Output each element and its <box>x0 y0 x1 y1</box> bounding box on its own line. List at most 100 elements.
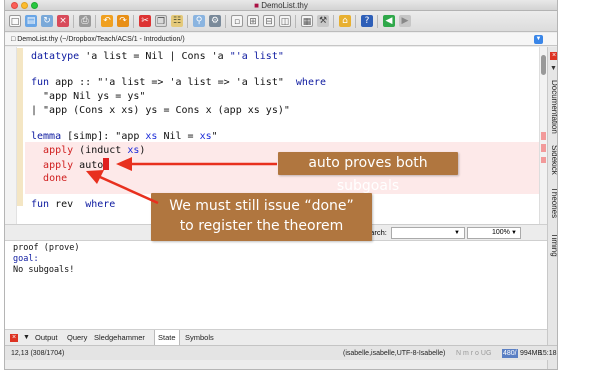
code-text: app :: "'a list => 'a list => 'a list" <box>49 77 296 88</box>
callout-must-issue-done: We must still issue “done” to register t… <box>151 193 372 241</box>
paste-icon[interactable]: ☷ <box>171 15 183 27</box>
tools-icon[interactable]: ⚒ <box>317 15 329 27</box>
open-folder-icon[interactable]: ▤ <box>25 15 37 27</box>
memory-used[interactable]: 480/ <box>502 349 518 358</box>
tab-timing[interactable]: Timing <box>548 229 557 261</box>
toolbar-separator <box>295 15 296 28</box>
overview-error-marker[interactable] <box>541 132 546 140</box>
keyword-where: where <box>295 77 327 88</box>
find-replace-icon[interactable]: ⚙ <box>209 15 221 27</box>
toolbar-separator <box>355 15 356 28</box>
callout-line-1: We must still issue “done” <box>169 198 354 214</box>
processed-region-marker <box>17 48 23 206</box>
reload-icon[interactable]: ↻ <box>41 15 53 27</box>
callout-auto-proves: auto proves both subgoals <box>278 152 458 194</box>
buffer-path-bar[interactable]: □ DemoList.thy (~/Dropbox/Teach/ACS/1 - … <box>5 33 557 46</box>
search-input[interactable]: ▼ <box>391 227 465 239</box>
callout-line-2: to register the theorem <box>179 218 344 234</box>
copy-icon[interactable]: ❐ <box>155 15 167 27</box>
grid-icon[interactable]: ▦ <box>301 15 313 27</box>
chevron-down-icon[interactable]: ▼ <box>23 330 30 346</box>
new-file-icon[interactable]: □ <box>9 15 21 27</box>
caret-position: 12,13 (308/1704) <box>11 350 65 357</box>
split-icon[interactable]: ◫ <box>279 15 291 27</box>
code-text: 'a list = Nil | Cons 'a <box>79 51 230 62</box>
buffer-path-text: DemoList.thy (~/Dropbox/Teach/ACS/1 - In… <box>17 36 185 43</box>
code-line-done: done <box>31 172 67 186</box>
undo-icon[interactable]: ↶ <box>101 15 113 27</box>
narrow-icon[interactable]: ▫ <box>231 15 243 27</box>
redo-icon[interactable]: ↷ <box>117 15 129 27</box>
keyword-lemma: lemma <box>31 131 62 142</box>
toolbar-separator <box>95 15 96 28</box>
clock: 15:18 <box>539 350 557 357</box>
chevron-down-icon[interactable]: ▼ <box>511 228 517 238</box>
code-line-app-cons: | "app (Cons x xs) ys = Cons x (app xs y… <box>31 105 290 116</box>
close-dock-icon[interactable]: × <box>550 52 557 60</box>
tab-sledgehammer[interactable]: Sledgehammer <box>94 330 145 346</box>
home-icon[interactable]: ⌂ <box>339 15 351 27</box>
code-line-app-nil: "app Nil ys = ys" <box>31 91 146 102</box>
keyword-where: where <box>85 199 116 210</box>
status-bar: 12,13 (308/1704) (isabelle,isabelle,UTF-… <box>5 345 557 360</box>
toolbar-separator <box>225 15 226 28</box>
bottom-dock-tabs: × ▼ Output Query Sledgehammer State Symb… <box>5 329 547 346</box>
forward-icon[interactable]: ▶ <box>399 15 411 27</box>
close-buffer-icon[interactable]: × <box>57 15 69 27</box>
code-text: (induct <box>73 145 128 156</box>
print-icon[interactable]: ⎙ <box>79 15 91 27</box>
isabelle-window: ■ DemoList.thy □ ▤ ↻ × ⎙ ↶ ↷ ✂ ❐ ☷ ⚲ ⚙ ▫… <box>4 0 558 370</box>
slide: ■ DemoList.thy □ ▤ ↻ × ⎙ ↶ ↷ ✂ ❐ ☷ ⚲ ⚙ ▫… <box>0 0 589 370</box>
buffer-path[interactable]: □ DemoList.thy (~/Dropbox/Teach/ACS/1 - … <box>11 33 185 46</box>
free-variable: xs <box>199 131 212 142</box>
tab-output[interactable]: Output <box>35 330 58 346</box>
back-icon[interactable]: ◀ <box>383 15 395 27</box>
tab-state[interactable]: State <box>154 330 180 346</box>
tab-theories[interactable]: Theories <box>548 183 557 223</box>
zoom-select[interactable]: 100% ▼ <box>467 227 521 239</box>
close-dock-icon[interactable]: × <box>10 334 18 342</box>
cut-icon[interactable]: ✂ <box>139 15 151 27</box>
overview-error-marker[interactable] <box>541 157 546 163</box>
buffer-flags: N m r o UG <box>456 350 492 357</box>
buffer-mode: (isabelle,isabelle,UTF-8-Isabelle) <box>343 350 446 357</box>
editor-scrollbar[interactable] <box>539 47 547 224</box>
zoom-value: 100% <box>492 229 510 236</box>
free-variable: xs <box>127 145 140 156</box>
toolbar-separator <box>133 15 134 28</box>
tab-symbols[interactable]: Symbols <box>185 330 214 346</box>
window-title: ■ DemoList.thy <box>5 0 557 11</box>
text-cursor <box>103 158 110 170</box>
output-line-goal: goal: <box>13 254 39 264</box>
code-line-fun-app: fun app :: "'a list => 'a list => 'a lis… <box>31 76 326 90</box>
code-text: ) <box>139 145 146 156</box>
chevron-down-icon[interactable]: ▼ <box>534 35 543 44</box>
output-line-no-subgoals: No subgoals! <box>13 265 75 275</box>
free-variable: xs <box>145 131 158 142</box>
code-text: [simp]: "app <box>61 131 146 142</box>
toolbar-separator <box>187 15 188 28</box>
overview-error-marker[interactable] <box>541 144 546 152</box>
title-bar: ■ DemoList.thy <box>5 0 557 11</box>
window-title-text: DemoList.thy <box>261 1 308 10</box>
code-line-datatype: datatype 'a list = Nil | Cons 'a "'a lis… <box>31 50 284 64</box>
help-icon[interactable]: ? <box>361 15 373 27</box>
keyword-fun: fun <box>31 199 50 210</box>
tab-query[interactable]: Query <box>67 330 87 346</box>
code-text: "'a list" <box>229 51 284 62</box>
code-text: rev <box>49 199 86 210</box>
code-line-lemma: lemma [simp]: "app xs Nil = xs" <box>31 130 218 144</box>
tab-sidekick[interactable]: Sidekick <box>548 141 557 179</box>
scrollbar-thumb[interactable] <box>541 55 546 75</box>
keyword-datatype: datatype <box>31 51 80 62</box>
keyword-apply: apply <box>43 145 74 156</box>
tab-documentation[interactable]: Documentation <box>548 78 557 136</box>
find-icon[interactable]: ⚲ <box>193 15 205 27</box>
output-line-proof: proof (prove) <box>13 243 80 253</box>
chevron-down-icon[interactable]: ▼ <box>454 228 460 239</box>
chevron-down-icon[interactable]: ▼ <box>550 65 557 72</box>
expand-icon[interactable]: ⊟ <box>263 15 275 27</box>
toolbar-separator <box>377 15 378 28</box>
code-text: Nil = <box>157 131 200 142</box>
fold-icon[interactable]: ⊞ <box>247 15 259 27</box>
